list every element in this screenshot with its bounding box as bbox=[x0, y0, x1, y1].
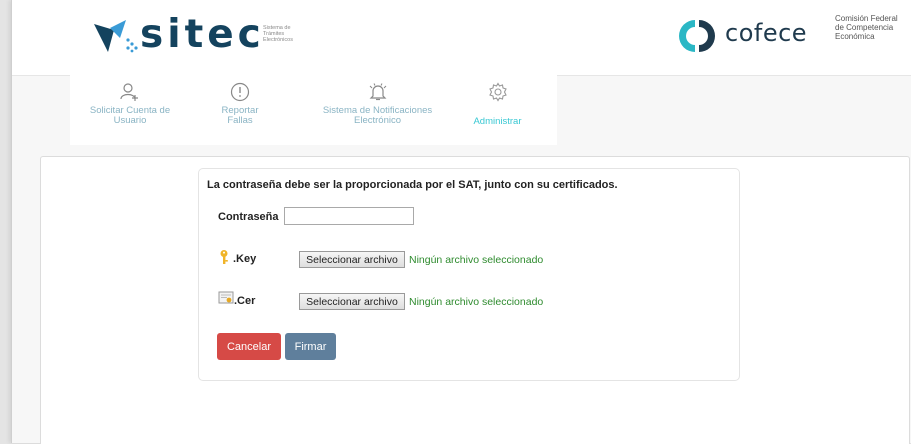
cer-file-button[interactable]: Seleccionar archivo bbox=[299, 293, 405, 310]
cer-file-status: Ningún archivo seleccionado bbox=[409, 296, 544, 308]
key-file-status: Ningún archivo seleccionado bbox=[409, 254, 544, 266]
gear-icon bbox=[488, 82, 507, 102]
sign-button[interactable]: Firmar bbox=[285, 333, 336, 360]
key-icon bbox=[220, 250, 228, 264]
nav-label-solicitar-cuenta: Solicitar Cuenta de Usuario bbox=[89, 105, 171, 126]
main-nav: Solicitar Cuenta de Usuario Reportar Fal… bbox=[70, 75, 557, 145]
cofece-wordmark: cofece bbox=[725, 19, 808, 47]
nav-label-notificaciones: Sistema de Notificaciones Electrónico bbox=[322, 105, 433, 126]
cofece-emblem-icon bbox=[679, 20, 715, 52]
key-label: .Key bbox=[233, 253, 257, 265]
password-input[interactable] bbox=[284, 207, 414, 225]
nav-item-administrar[interactable]: Administrar bbox=[460, 75, 535, 145]
add-user-icon bbox=[120, 83, 138, 101]
nav-item-reportar-fallas[interactable]: Reportar Fallas bbox=[200, 75, 280, 145]
cofece-logo[interactable]: cofece Comisión Federal de Competencia E… bbox=[677, 14, 911, 58]
sitec-emblem-icon bbox=[94, 20, 138, 53]
nav-label-administrar: Administrar bbox=[473, 116, 522, 127]
sitec-wordmark: sitec bbox=[140, 12, 265, 57]
header-bar: sitec Sistema de Trámites Electrónicos c… bbox=[12, 0, 911, 76]
content-panel: La contraseña debe ser la proporcionada … bbox=[40, 156, 910, 444]
certificate-form: La contraseña debe ser la proporcionada … bbox=[198, 168, 740, 381]
nav-item-notificaciones[interactable]: Sistema de Notificaciones Electrónico bbox=[315, 75, 440, 145]
certificate-icon bbox=[218, 291, 234, 304]
alert-circle-icon bbox=[230, 82, 250, 102]
sitec-subtitle: Sistema de Trámites Electrónicos bbox=[263, 25, 293, 43]
bell-icon bbox=[369, 83, 386, 101]
form-notice: La contraseña debe ser la proporcionada … bbox=[207, 179, 618, 191]
browser-window: sitec Sistema de Trámites Electrónicos c… bbox=[11, 0, 911, 444]
cofece-subtitle: Comisión Federal de Competencia Económic… bbox=[835, 14, 898, 41]
sitec-logo[interactable]: sitec Sistema de Trámites Electrónicos bbox=[92, 12, 302, 58]
password-label: Contraseña bbox=[218, 211, 279, 223]
nav-item-solicitar-cuenta[interactable]: Solicitar Cuenta de Usuario bbox=[85, 75, 175, 145]
cancel-button[interactable]: Cancelar bbox=[217, 333, 281, 360]
cer-label: .Cer bbox=[234, 295, 256, 307]
nav-label-reportar-fallas: Reportar Fallas bbox=[221, 105, 259, 126]
key-file-button[interactable]: Seleccionar archivo bbox=[299, 251, 405, 268]
